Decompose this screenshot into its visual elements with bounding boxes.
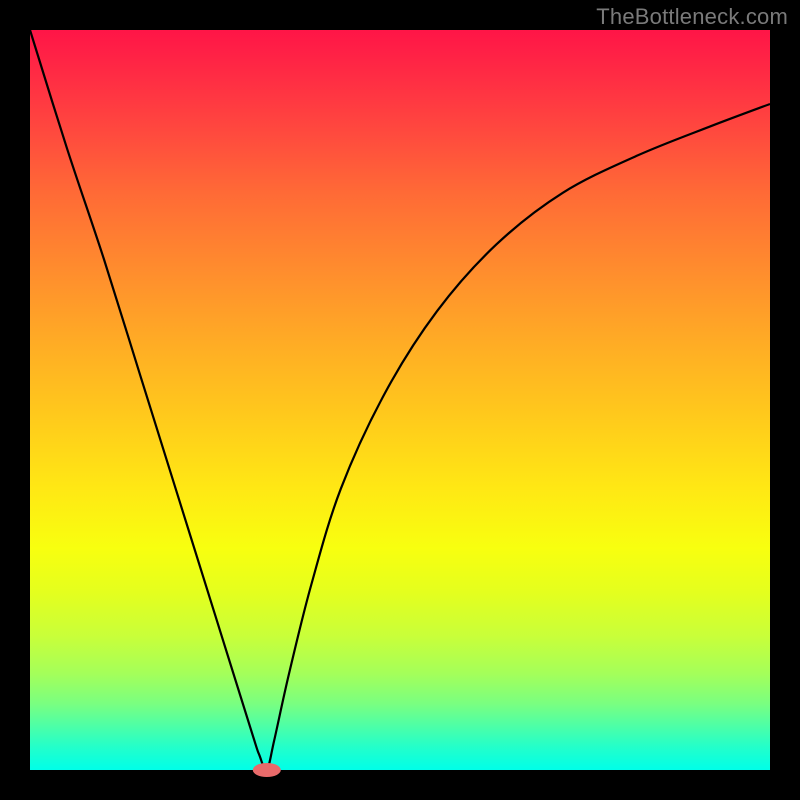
plot-svg bbox=[30, 30, 770, 770]
bottleneck-curve bbox=[30, 30, 770, 770]
optimal-marker bbox=[253, 763, 281, 777]
plot-area bbox=[30, 30, 770, 770]
chart-frame: TheBottleneck.com bbox=[0, 0, 800, 800]
watermark-label: TheBottleneck.com bbox=[596, 4, 788, 30]
